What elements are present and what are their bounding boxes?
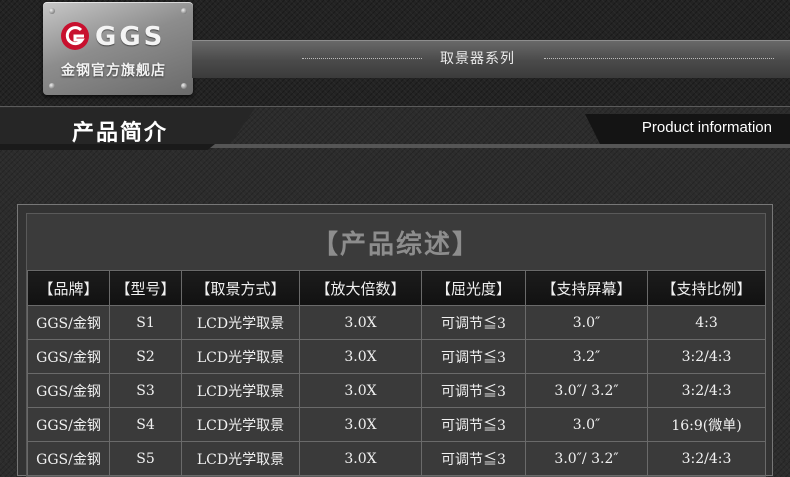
table-cell: S5	[109, 441, 182, 476]
table-cell: 4:3	[647, 305, 766, 340]
section-title-en: Product information	[641, 119, 772, 136]
column-header: 【支持屏幕】	[525, 270, 648, 306]
store-logo[interactable]: GGS 金钢官方旗舰店	[43, 2, 193, 95]
table-cell: 可调节≦3	[421, 339, 526, 374]
panel-title: 【产品综述】	[311, 230, 480, 260]
table-cell: S2	[109, 339, 182, 374]
table-cell: 3:2/4:3	[647, 373, 766, 408]
table-cell: 3.0″	[525, 407, 648, 442]
table-cell: 16:9(微单)	[647, 407, 766, 442]
column-header: 【取景方式】	[181, 270, 300, 306]
section-title: 产品简介	[72, 121, 169, 146]
spec-table: 【品牌】 【型号】 【取景方式】 【放大倍数】 【屈光度】 【支持屏幕】 【支持比例】 GG…	[27, 270, 766, 476]
section-header: 产品简介 Product information	[0, 108, 790, 150]
table-cell: GGS/金钢	[27, 339, 110, 374]
table-cell: S3	[109, 373, 182, 408]
table-cell: 可调节≦3	[421, 305, 526, 340]
column-header: 【型号】	[109, 270, 182, 306]
table-cell: LCD光学取景	[181, 305, 300, 340]
table-row: GGS/金钢 S1 LCD光学取景 3.0X 可调节≦3 3.0″ 4:3	[27, 305, 766, 340]
column-header: 【放大倍数】	[299, 270, 422, 306]
table-cell: 3.2″	[525, 339, 648, 374]
product-overview-panel: 【产品综述】 【品牌】 【型号】 【取景方式】 【放大倍数】 【屈光度】 【支持屏幕】 【支…	[17, 204, 773, 477]
table-row: GGS/金钢 S4 LCD光学取景 3.0X 可调节≦3 3.0″ 16:9(微单)	[27, 407, 766, 442]
table-cell: 可调节≦3	[421, 441, 526, 476]
screw-icon	[181, 83, 187, 89]
divider	[0, 106, 790, 107]
divider	[302, 58, 422, 59]
panel-inner: 【产品综述】 【品牌】 【型号】 【取景方式】 【放大倍数】 【屈光度】 【支持屏幕】 【支…	[26, 213, 766, 477]
column-header: 【支持比例】	[647, 270, 766, 306]
table-cell: GGS/金钢	[27, 373, 110, 408]
table-cell: LCD光学取景	[181, 441, 300, 476]
screw-icon	[49, 8, 55, 14]
divider	[544, 58, 774, 59]
table-cell: LCD光学取景	[181, 373, 300, 408]
ggs-logo-icon	[61, 22, 89, 50]
table-row: GGS/金钢 S3 LCD光学取景 3.0X 可调节≦3 3.0″/ 3.2″ 3:2/4:…	[27, 373, 766, 408]
series-banner: 取景器系列	[192, 40, 790, 78]
logo-brand-text: GGS	[95, 22, 166, 52]
table-cell: 3:2/4:3	[647, 441, 766, 476]
table-cell: 3.0X	[299, 441, 422, 476]
table-cell: 3.0″/ 3.2″	[525, 373, 648, 408]
table-header-row: 【品牌】 【型号】 【取景方式】 【放大倍数】 【屈光度】 【支持屏幕】 【支持比例】	[27, 270, 766, 306]
table-cell: 可调节≦3	[421, 407, 526, 442]
table-cell: GGS/金钢	[27, 441, 110, 476]
table-cell: 3.0″/ 3.2″	[525, 441, 648, 476]
table-cell: 可调节≦3	[421, 373, 526, 408]
screw-icon	[49, 83, 55, 89]
table-cell: 3.0X	[299, 339, 422, 374]
table-cell: 3.0X	[299, 305, 422, 340]
column-header: 【屈光度】	[421, 270, 526, 306]
table-cell: 3.0″	[525, 305, 648, 340]
table-cell: LCD光学取景	[181, 407, 300, 442]
logo-subtitle: 金钢官方旗舰店	[61, 63, 166, 79]
table-cell: LCD光学取景	[181, 339, 300, 374]
screw-icon	[181, 8, 187, 14]
series-label: 取景器系列	[440, 51, 515, 67]
table-row: GGS/金钢 S5 LCD光学取景 3.0X 可调节≦3 3.0″/ 3.2″ 3:2/4:…	[27, 441, 766, 476]
table-cell: 3.0X	[299, 373, 422, 408]
table-cell: 3.0X	[299, 407, 422, 442]
table-cell: GGS/金钢	[27, 305, 110, 340]
table-cell: GGS/金钢	[27, 407, 110, 442]
table-cell: S4	[109, 407, 182, 442]
table-cell: 3:2/4:3	[647, 339, 766, 374]
column-header: 【品牌】	[27, 270, 110, 306]
table-cell: S1	[109, 305, 182, 340]
table-row: GGS/金钢 S2 LCD光学取景 3.0X 可调节≦3 3.2″ 3:2/4:3	[27, 339, 766, 374]
